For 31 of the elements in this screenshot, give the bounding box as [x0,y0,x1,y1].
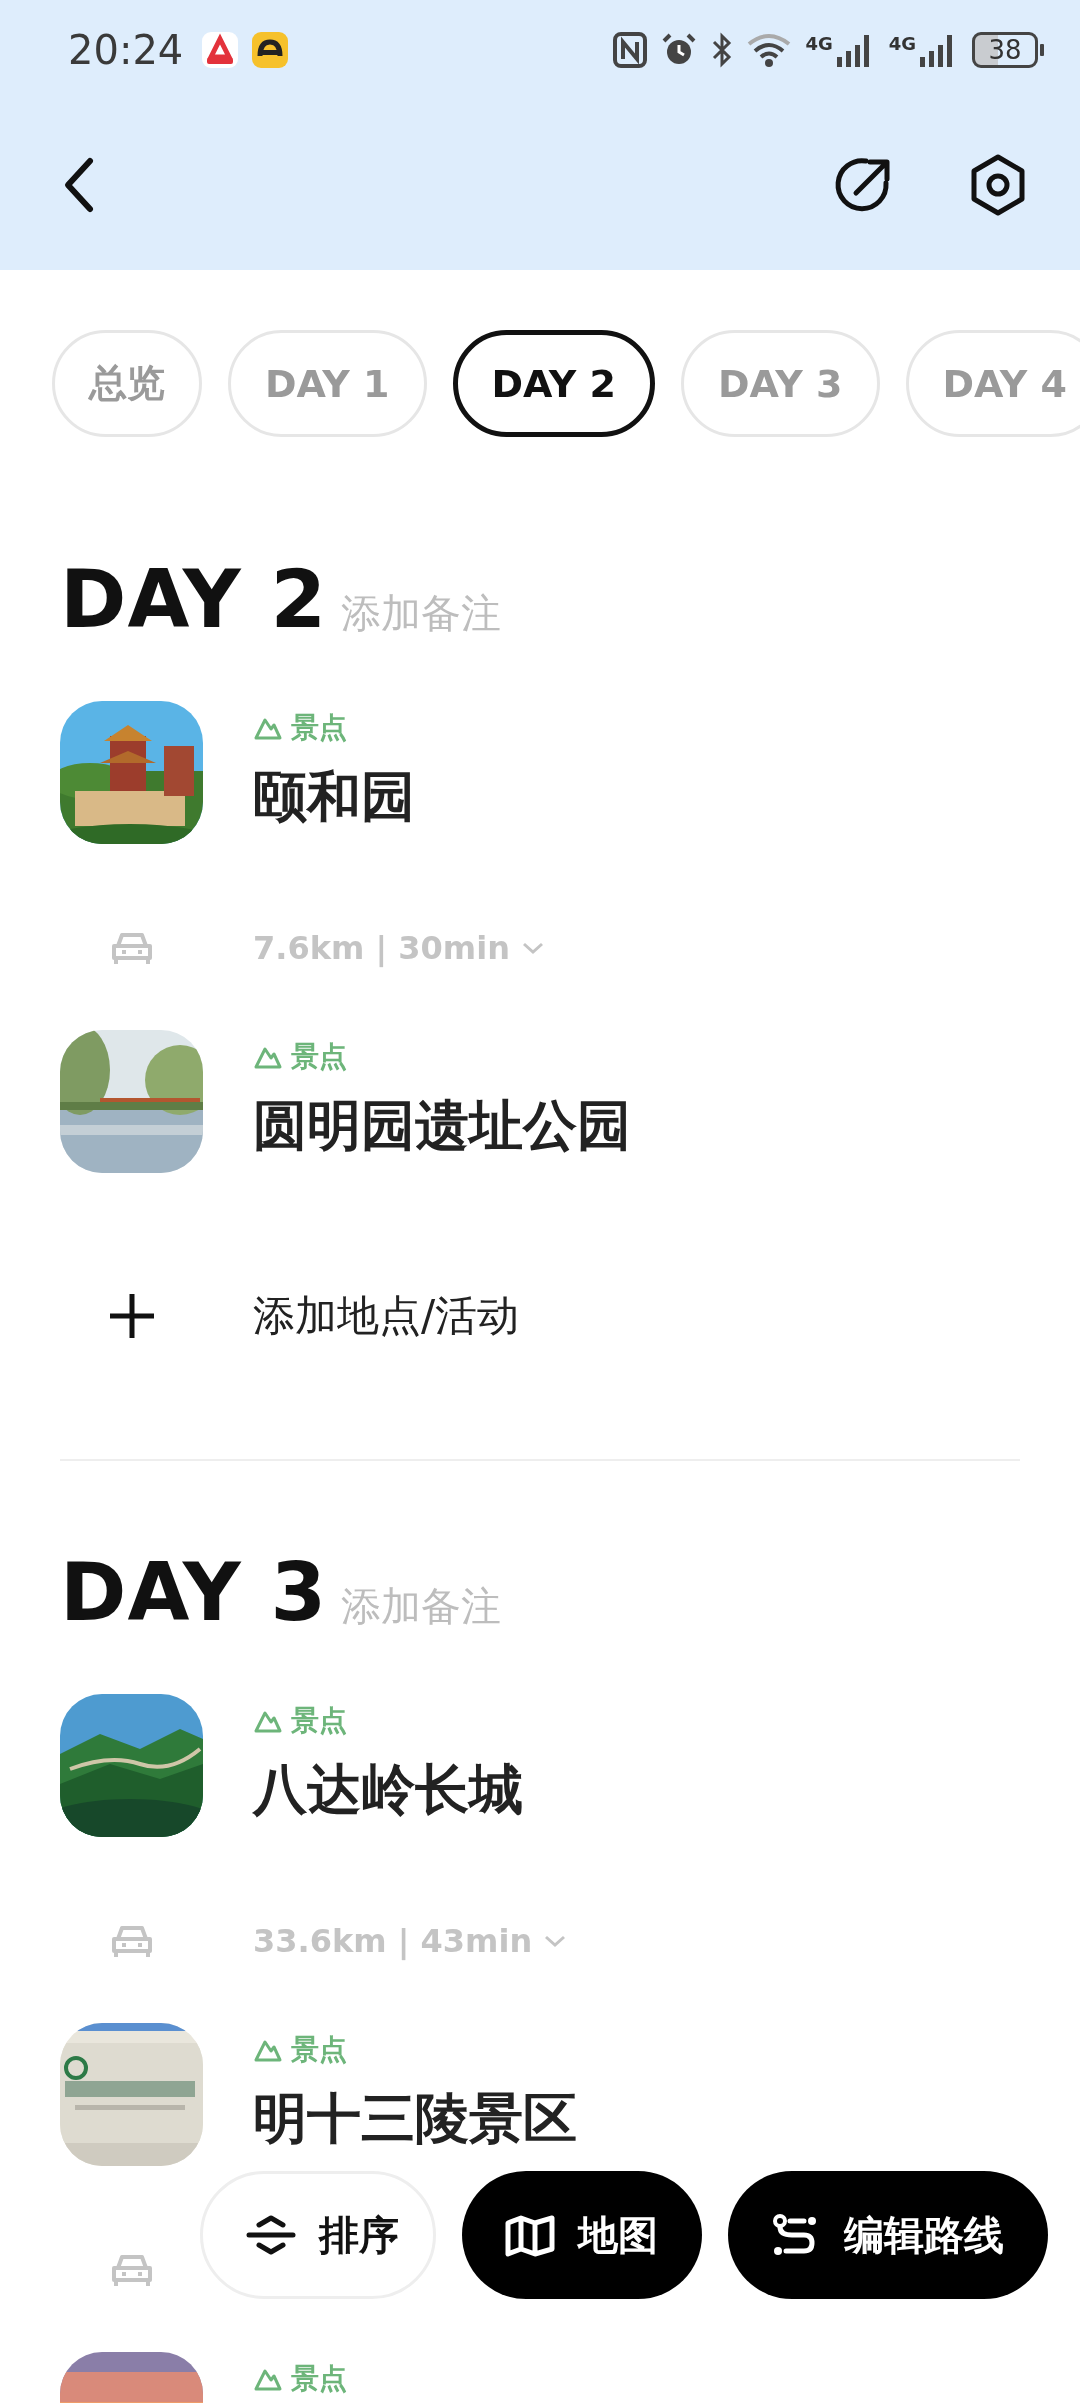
category-label: 景点 [291,710,347,746]
car-icon [109,1923,154,1959]
route-distance: 33.6km | 43min [253,1922,533,1960]
clock: 20:24 [68,27,184,73]
route-distance: 7.6km | 30min [253,929,510,967]
battery-tip-icon [1040,44,1044,56]
wifi-icon [747,32,792,68]
network-type: 4G [888,33,916,54]
place-title[interactable]: 明十三陵景区 [253,2083,577,2156]
app-notification-icon [251,31,290,69]
sort-button[interactable]: 排序 [200,2171,436,2299]
category-label: 景点 [291,1703,347,1739]
app-notification-icon [201,31,240,69]
place-title[interactable]: 圆明园遗址公园 [253,1090,631,1163]
route-button[interactable]: 编辑路线 [728,2171,1048,2299]
car-icon [109,930,154,966]
place-title[interactable]: 八达岭长城 [253,1754,523,1827]
nfc-icon [613,32,648,68]
day-title: DAY 2 [60,555,328,645]
bluetooth-icon [711,32,734,68]
car-icon [109,2252,154,2288]
category-label: 景点 [291,2361,347,2397]
network-type: 4G [805,33,833,54]
day-title: DAY 3 [60,1548,328,1638]
day-tab[interactable]: DAY 2 [452,330,656,437]
battery-level: 38 [972,32,1038,68]
category-label: 景点 [291,1039,347,1075]
add-place-link[interactable]: 添加地点/活动 [253,1288,520,1344]
map-button[interactable]: 地图 [462,2171,702,2299]
category-label: 景点 [291,2032,347,2068]
place-title[interactable]: 颐和园 [253,761,415,834]
